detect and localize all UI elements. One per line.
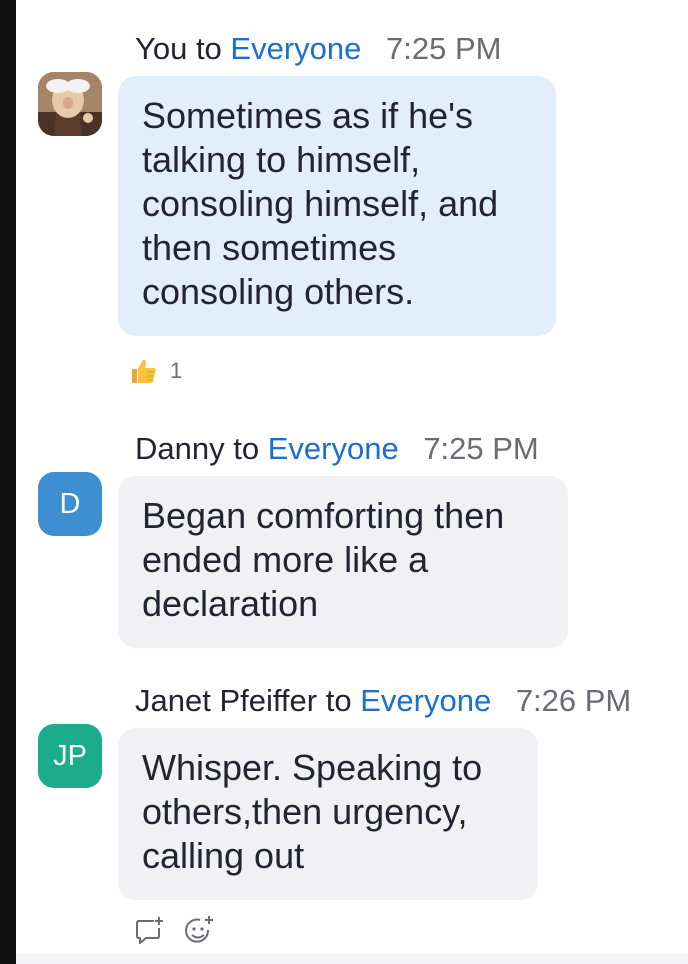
message-text: Whisper. Speaking to others,then urgency… bbox=[142, 747, 483, 876]
message-bubble: Began comforting then ended more like a … bbox=[118, 476, 568, 648]
to-label: to bbox=[233, 431, 260, 466]
reply-button[interactable] bbox=[132, 914, 166, 948]
chat-message: Danny to Everyone 7:25 PM D Began comfor… bbox=[16, 400, 688, 652]
sender-name: You bbox=[135, 31, 188, 66]
message-bubble: Whisper. Speaking to others,then urgency… bbox=[118, 728, 538, 900]
message-text: Sometimes as if he's talking to himself,… bbox=[142, 95, 499, 312]
message-header: Janet Pfeiffer to Everyone 7:26 PM bbox=[135, 682, 631, 720]
recipient-link[interactable]: Everyone bbox=[230, 31, 361, 66]
chat-message: You to Everyone 7:25 PM Sometimes as if … bbox=[16, 0, 688, 400]
message-bubble: Sometimes as if he's talking to himself,… bbox=[118, 76, 556, 336]
add-reaction-button[interactable] bbox=[182, 914, 216, 948]
add-reaction-icon bbox=[185, 916, 213, 943]
chat-message: Janet Pfeiffer to Everyone 7:26 PM JP Wh… bbox=[16, 652, 688, 904]
reaction-chip[interactable]: 1 bbox=[128, 356, 182, 386]
to-label: to bbox=[325, 683, 352, 718]
reaction-count: 1 bbox=[170, 358, 183, 383]
avatar-initials: JP bbox=[53, 739, 87, 772]
sender-name: Janet Pfeiffer bbox=[135, 683, 318, 718]
recipient-link[interactable]: Everyone bbox=[268, 431, 399, 466]
message-header: You to Everyone 7:25 PM bbox=[135, 30, 501, 68]
sender-name: Danny bbox=[135, 431, 225, 466]
to-label: to bbox=[195, 31, 222, 66]
timestamp: 7:25 PM bbox=[386, 31, 502, 66]
message-header: Danny to Everyone 7:25 PM bbox=[135, 430, 539, 468]
bottom-divider bbox=[16, 954, 688, 964]
window-left-edge bbox=[0, 0, 16, 964]
message-text: Began comforting then ended more like a … bbox=[142, 495, 505, 624]
photo-avatar-icon bbox=[38, 72, 102, 136]
timestamp: 7:25 PM bbox=[423, 431, 539, 466]
avatar[interactable]: D bbox=[38, 472, 102, 536]
reply-icon bbox=[136, 917, 163, 944]
avatar[interactable] bbox=[38, 72, 102, 136]
timestamp: 7:26 PM bbox=[515, 683, 632, 718]
recipient-link[interactable]: Everyone bbox=[360, 683, 491, 718]
avatar[interactable]: JP bbox=[38, 724, 102, 788]
avatar-initials: D bbox=[59, 487, 81, 520]
thumbs-up-icon bbox=[132, 359, 156, 383]
